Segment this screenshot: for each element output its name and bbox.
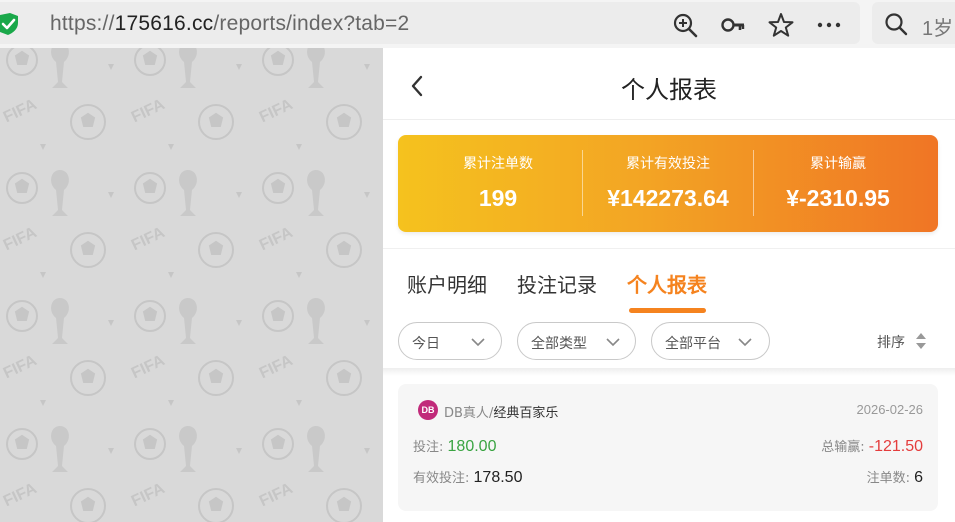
stat-valid-bet: 累计有效投注 ¥142273.64 bbox=[578, 135, 758, 232]
sort-arrows-icon[interactable] bbox=[915, 331, 927, 351]
bet-count-value: 6 bbox=[914, 469, 923, 486]
chevron-down-icon bbox=[471, 338, 485, 347]
sort-button[interactable]: 排序 bbox=[877, 332, 905, 352]
tab-bet-records[interactable]: 投注记录 bbox=[517, 269, 597, 298]
stat-label: 累计有效投注 bbox=[626, 156, 710, 172]
win-loss-row: 总输赢: -121.50 bbox=[821, 436, 923, 456]
url-prefix: https:// bbox=[50, 12, 115, 35]
report-panel: 个人报表 累计注单数 199 累计有效投注 ¥142273.64 累计输赢 ¥-… bbox=[383, 48, 955, 522]
url-text[interactable]: https://175616.cc/reports/index?tab=2 bbox=[50, 12, 409, 36]
page-header: 个人报表 bbox=[383, 48, 955, 120]
stat-value: ¥-2310.95 bbox=[786, 185, 890, 211]
chevron-down-icon bbox=[606, 338, 620, 347]
tab-bar: 账户明细 投注记录 个人报表 bbox=[383, 248, 955, 318]
tab-personal-report[interactable]: 个人报表 bbox=[627, 269, 707, 298]
url-host: 175616.cc bbox=[114, 12, 214, 35]
valid-bet-value: 178.50 bbox=[473, 469, 523, 486]
report-record-card[interactable]: DB DB真人/经典百家乐 2026-02-26 投注: 180.00 总输赢:… bbox=[398, 384, 938, 511]
stat-value: ¥142273.64 bbox=[607, 185, 729, 211]
shield-check-icon bbox=[0, 13, 18, 35]
fifa-pattern-decoration: FIFA bbox=[0, 48, 383, 522]
stat-value: 199 bbox=[478, 185, 518, 211]
star-icon[interactable] bbox=[768, 12, 794, 38]
bet-amount-row: 投注: 180.00 bbox=[413, 436, 496, 456]
provider-logo: DB bbox=[418, 400, 438, 420]
browser-search-box[interactable]: 1岁 bbox=[872, 2, 955, 44]
page-title: 个人报表 bbox=[621, 76, 717, 104]
stat-total-bets: 累计注单数 199 bbox=[408, 135, 588, 232]
valid-bet-label: 有效投注: bbox=[413, 471, 470, 486]
search-icon bbox=[885, 13, 908, 36]
record-date: 2026-02-26 bbox=[856, 402, 924, 417]
background-pattern: FIFA bbox=[0, 48, 383, 522]
win-loss-value: -121.50 bbox=[868, 438, 923, 455]
more-icon[interactable] bbox=[816, 12, 842, 38]
key-icon[interactable] bbox=[720, 12, 746, 38]
url-path: /reports/index?tab=2 bbox=[213, 12, 410, 35]
summary-card: 累计注单数 199 累计有效投注 ¥142273.64 累计输赢 ¥-2310.… bbox=[398, 135, 938, 232]
win-loss-label: 总输赢: bbox=[821, 440, 865, 455]
provider-game-label: DB真人/经典百家乐 bbox=[444, 402, 558, 421]
platform-filter-dropdown[interactable]: 全部平台 bbox=[651, 322, 770, 360]
date-filter-dropdown[interactable]: 今日 bbox=[398, 322, 502, 360]
filter-bar: 今日 全部类型 全部平台 排序 bbox=[383, 318, 955, 368]
tab-account-details[interactable]: 账户明细 bbox=[407, 269, 487, 298]
bet-count-row: 注单数: 6 bbox=[867, 467, 923, 487]
stat-label: 累计输赢 bbox=[810, 156, 866, 172]
type-filter-label: 全部类型 bbox=[531, 336, 587, 352]
valid-bet-row: 有效投注: 178.50 bbox=[413, 467, 522, 487]
type-filter-dropdown[interactable]: 全部类型 bbox=[517, 322, 636, 360]
browser-address-bar: https://175616.cc/reports/index?tab=2 1岁 bbox=[0, 0, 955, 48]
game-name: 经典百家乐 bbox=[493, 406, 559, 421]
search-text: 1岁 bbox=[922, 18, 954, 40]
divider bbox=[383, 368, 955, 376]
url-box[interactable]: https://175616.cc/reports/index?tab=2 bbox=[0, 2, 860, 44]
bet-count-label: 注单数: bbox=[866, 471, 910, 486]
bet-value: 180.00 bbox=[447, 438, 497, 455]
stat-label: 累计注单数 bbox=[463, 156, 533, 172]
platform-filter-label: 全部平台 bbox=[665, 336, 721, 352]
date-filter-label: 今日 bbox=[412, 336, 440, 352]
chevron-down-icon bbox=[738, 338, 752, 347]
provider-name: DB真人 bbox=[444, 406, 489, 421]
zoom-in-icon[interactable] bbox=[672, 12, 698, 38]
active-tab-indicator bbox=[629, 308, 706, 313]
bet-label: 投注: bbox=[413, 440, 444, 455]
stat-win-loss: 累计输赢 ¥-2310.95 bbox=[748, 135, 928, 232]
